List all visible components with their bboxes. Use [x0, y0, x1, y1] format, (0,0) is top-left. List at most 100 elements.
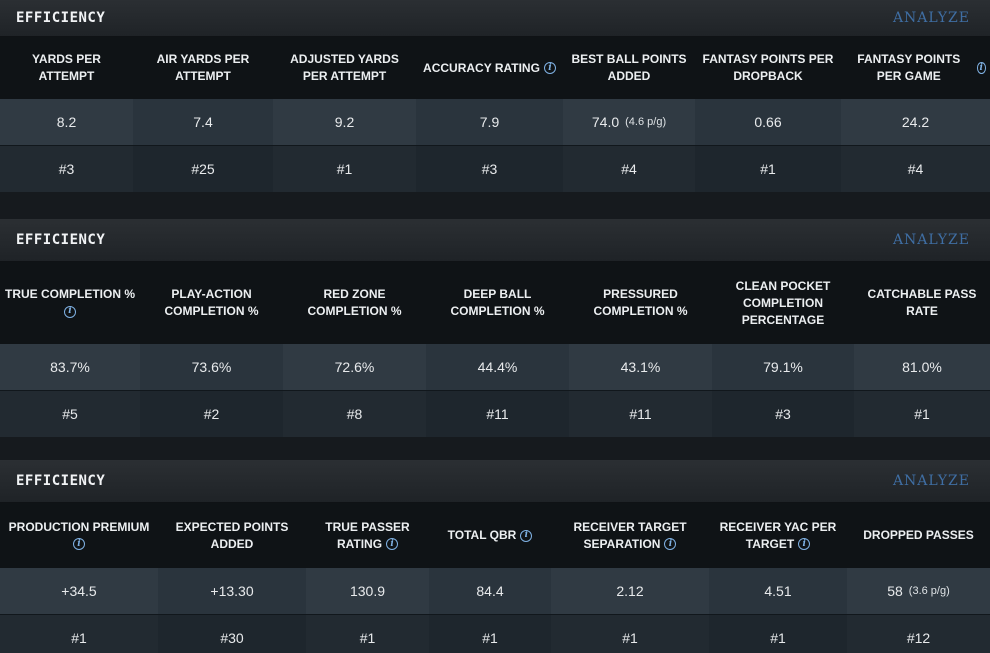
stat-column: CLEAN POCKET COMPLETION PERCENTAGE 79.1%…	[712, 262, 854, 437]
stat-column: TRUE COMPLETION % i 83.7% #5	[0, 262, 140, 437]
info-icon[interactable]: i	[798, 538, 811, 551]
stat-value: 130.9	[306, 568, 429, 614]
column-header: FANTASY POINTS PER DROPBACK	[695, 37, 841, 99]
efficiency-panel-2: EFFICIENCY ANALYZE TRUE COMPLETION % i 83…	[0, 219, 990, 453]
column-header: RED ZONE COMPLETION %	[283, 262, 426, 344]
stat-column: ACCURACY RATING i 7.9 #3	[416, 37, 563, 192]
stat-value: 84.4	[429, 568, 551, 614]
stat-rank: #3	[0, 145, 133, 192]
stat-column: RECEIVER TARGET SEPARATION i 2.12 #1	[551, 503, 709, 653]
stat-column: FANTASY POINTS PER GAME i 24.2 #4	[841, 37, 990, 192]
column-header: TRUE COMPLETION % i	[0, 262, 140, 344]
stat-value: 74.0 (4.6 p/g)	[563, 99, 695, 145]
stat-value: 81.0%	[854, 344, 990, 390]
stat-rank: #1	[709, 614, 847, 653]
column-header: TOTAL QBR i	[429, 503, 551, 568]
stat-rank: #1	[0, 614, 158, 653]
info-icon[interactable]: i	[520, 529, 533, 542]
info-icon[interactable]: i	[976, 62, 986, 74]
column-header: RECEIVER TARGET SEPARATION i	[551, 503, 709, 568]
stat-value: 7.4	[133, 99, 273, 145]
stats-grid: YARDS PER ATTEMPT 8.2 #3 AIR YARDS PER A…	[0, 37, 990, 192]
column-header: CLEAN POCKET COMPLETION PERCENTAGE	[712, 262, 854, 344]
stat-column: CATCHABLE PASS RATE 81.0% #1	[854, 262, 990, 437]
stat-rank: #3	[416, 145, 563, 192]
panel-title: EFFICIENCY	[16, 10, 106, 26]
stat-value: 73.6%	[140, 344, 283, 390]
analyze-link[interactable]: ANALYZE	[893, 232, 970, 248]
info-icon[interactable]: i	[72, 538, 85, 551]
stat-value: 79.1%	[712, 344, 854, 390]
column-header: CATCHABLE PASS RATE	[854, 262, 990, 344]
stat-column: AIR YARDS PER ATTEMPT 7.4 #25	[133, 37, 273, 192]
panel-header-bar: EFFICIENCY ANALYZE	[0, 460, 990, 503]
info-icon[interactable]: i	[543, 62, 556, 74]
stat-column: PRESSURED COMPLETION % 43.1% #11	[569, 262, 712, 437]
stat-value: 7.9	[416, 99, 563, 145]
stat-column: RECEIVER YAC PER TARGET i 4.51 #1	[709, 503, 847, 653]
stat-column: FANTASY POINTS PER DROPBACK 0.66 #1	[695, 37, 841, 192]
stat-rank: #11	[569, 390, 712, 437]
stat-rank: #2	[140, 390, 283, 437]
column-header: YARDS PER ATTEMPT	[0, 37, 133, 99]
stat-rank: #4	[563, 145, 695, 192]
stat-column: EXPECTED POINTS ADDED +13.30 #30	[158, 503, 306, 653]
efficiency-page: EFFICIENCY ANALYZE YARDS PER ATTEMPT 8.2…	[0, 0, 990, 653]
stat-value: +13.30	[158, 568, 306, 614]
column-header: EXPECTED POINTS ADDED	[158, 503, 306, 568]
stat-rank: #4	[841, 145, 990, 192]
column-header: RECEIVER YAC PER TARGET i	[709, 503, 847, 568]
stat-value: 4.51	[709, 568, 847, 614]
stat-rank: #1	[273, 145, 416, 192]
stat-rank: #1	[429, 614, 551, 653]
panel-header-bar: EFFICIENCY ANALYZE	[0, 0, 990, 37]
stat-rank: #1	[306, 614, 429, 653]
column-header: DEEP BALL COMPLETION %	[426, 262, 569, 344]
per-game-value: (4.6 p/g)	[625, 116, 667, 128]
column-header: ADJUSTED YARDS PER ATTEMPT	[273, 37, 416, 99]
stat-rank: #8	[283, 390, 426, 437]
stat-column: TOTAL QBR i 84.4 #1	[429, 503, 551, 653]
stat-column: BEST BALL POINTS ADDED 74.0 (4.6 p/g) #4	[563, 37, 695, 192]
stat-column: ADJUSTED YARDS PER ATTEMPT 9.2 #1	[273, 37, 416, 192]
stat-value: 72.6%	[283, 344, 426, 390]
column-header: AIR YARDS PER ATTEMPT	[133, 37, 273, 99]
stats-grid: TRUE COMPLETION % i 83.7% #5 PLAY-ACTION …	[0, 262, 990, 437]
stat-value: 0.66	[695, 99, 841, 145]
stat-value: 24.2	[841, 99, 990, 145]
stat-rank: #25	[133, 145, 273, 192]
analyze-link[interactable]: ANALYZE	[893, 473, 970, 489]
stat-column: DROPPED PASSES 58 (3.6 p/g) #12	[847, 503, 990, 653]
stat-value: 83.7%	[0, 344, 140, 390]
efficiency-panel-3: EFFICIENCY ANALYZE PRODUCTION PREMIUM i +…	[0, 460, 990, 653]
column-header: PLAY-ACTION COMPLETION %	[140, 262, 283, 344]
stat-value: 2.12	[551, 568, 709, 614]
panel-title: EFFICIENCY	[16, 473, 106, 489]
stat-rank: #1	[695, 145, 841, 192]
info-icon[interactable]: i	[664, 538, 677, 551]
column-header: PRODUCTION PREMIUM i	[0, 503, 158, 568]
stats-grid: PRODUCTION PREMIUM i +34.5 #1 EXPECTED PO…	[0, 503, 990, 653]
stat-value: 58 (3.6 p/g)	[847, 568, 990, 614]
stat-rank: #11	[426, 390, 569, 437]
stat-rank: #30	[158, 614, 306, 653]
column-header: PRESSURED COMPLETION %	[569, 262, 712, 344]
efficiency-panel-1: EFFICIENCY ANALYZE YARDS PER ATTEMPT 8.2…	[0, 0, 990, 213]
stat-rank: #1	[551, 614, 709, 653]
info-icon[interactable]: i	[63, 305, 76, 318]
panel-title: EFFICIENCY	[16, 232, 106, 248]
stat-rank: #12	[847, 614, 990, 653]
stat-rank: #3	[712, 390, 854, 437]
info-icon[interactable]: i	[386, 538, 399, 551]
stat-column: PRODUCTION PREMIUM i +34.5 #1	[0, 503, 158, 653]
column-header: BEST BALL POINTS ADDED	[563, 37, 695, 99]
stat-value: 43.1%	[569, 344, 712, 390]
column-header: ACCURACY RATING i	[416, 37, 563, 99]
stat-rank: #1	[854, 390, 990, 437]
column-header: FANTASY POINTS PER GAME i	[841, 37, 990, 99]
stat-value: +34.5	[0, 568, 158, 614]
panel-header-bar: EFFICIENCY ANALYZE	[0, 219, 990, 262]
analyze-link[interactable]: ANALYZE	[893, 10, 970, 26]
column-header: TRUE PASSER RATING i	[306, 503, 429, 568]
stat-value: 8.2	[0, 99, 133, 145]
